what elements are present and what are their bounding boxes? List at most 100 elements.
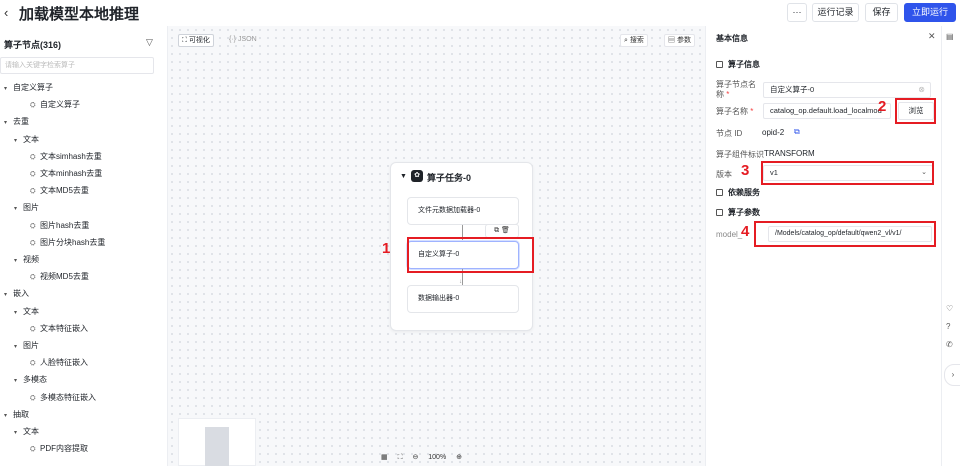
section-params-label: 算子参数	[728, 208, 760, 217]
operator-icon: ⛭	[30, 394, 36, 402]
operator-icon: ⛭	[30, 360, 36, 368]
required-mark: *	[750, 107, 754, 116]
tree-group[interactable]: ▾ 多模态	[14, 374, 47, 386]
section-operator-label: 算子信息	[728, 60, 760, 69]
operator-icon: ⛭	[30, 274, 36, 282]
annotation-box-3	[761, 161, 934, 185]
sidebar-title: 算子节点(316)	[4, 40, 62, 50]
tree-group[interactable]: ▾ 文本	[14, 306, 39, 318]
minimap[interactable]	[178, 418, 256, 466]
operator-icon: ⛭	[30, 102, 36, 110]
heart-icon[interactable]: ♡	[946, 304, 953, 313]
node-id-label: 节点 ID	[716, 129, 743, 138]
annotation-box-2	[895, 98, 936, 124]
tree-leaf[interactable]: ⛭ 视频MD5去重	[30, 271, 89, 283]
clear-icon[interactable]: ⊗	[918, 83, 925, 97]
tree-group[interactable]: ▾ 文本	[14, 426, 39, 438]
operator-icon: ⛭	[30, 239, 36, 247]
tree-group[interactable]: ▾ 文本	[14, 134, 39, 146]
chevron-down-icon: ▾	[14, 344, 18, 350]
tree-item-label: 人脸特征嵌入	[40, 358, 88, 368]
tree-item-label: 图片	[23, 203, 39, 213]
tree-leaf[interactable]: ⛭ 图片分块hash去重	[30, 237, 105, 249]
tree-item-label: 文本	[23, 306, 39, 316]
tree-leaf[interactable]: ⛭ 人脸特征嵌入	[30, 357, 88, 369]
tree-item-label: 文本特征嵌入	[40, 323, 88, 333]
section-dependencies[interactable]: 依赖服务	[716, 187, 760, 198]
component-label: 算子组件标识	[716, 150, 764, 159]
node-name-input[interactable]: 自定义算子-0 ⊗	[763, 82, 931, 98]
tree-leaf[interactable]: ⛭ 图片hash去重	[30, 220, 89, 232]
collapse-caret-icon[interactable]: ▼	[400, 173, 407, 180]
node-id-value: opid-2	[762, 128, 785, 137]
canvas-params-button[interactable]: ▤ 参数	[664, 34, 695, 47]
zoom-out-icon[interactable]: ⊖	[412, 454, 418, 461]
workflow-canvas[interactable]: ⛶ 可视化 {·} JSON ⌕ 搜索 ▤ 参数 ▼ ✿ 算子任务-0 文件元数…	[168, 26, 705, 466]
chevron-down-icon: ▾	[4, 412, 8, 419]
tree-group[interactable]: ▾ 抽取	[4, 409, 29, 421]
tree-item-label: 多模态特征嵌入	[40, 392, 96, 402]
tree-item-label: 视频	[23, 255, 39, 264]
page-title: 加载模型本地推理	[19, 6, 140, 23]
canvas-params-label: 参数	[676, 37, 691, 44]
tree-group[interactable]: ▾ 自定义算子	[4, 82, 53, 94]
tree-item-label: 视频MD5去重	[40, 272, 89, 282]
operator-icon: ⛭	[30, 153, 36, 161]
delete-icon[interactable]: 🗑	[501, 227, 510, 234]
tree-group[interactable]: ▾ 去重	[4, 116, 29, 128]
more-button[interactable]: ···	[787, 3, 807, 22]
phone-icon[interactable]: ✆	[946, 340, 953, 349]
save-button[interactable]: 保存	[865, 3, 898, 22]
chevron-down-icon: ▾	[4, 86, 8, 92]
tree-leaf[interactable]: ⛭ 文本特征嵌入	[30, 323, 88, 335]
tree-item-label: 文本	[23, 427, 39, 436]
zoom-in-icon[interactable]: ⊕	[456, 454, 462, 461]
tree-item-label: 去重	[13, 117, 29, 127]
minimap-viewport	[205, 427, 229, 466]
node-toolbar: ⧉ 🗑	[485, 224, 519, 238]
section-checkbox-icon	[716, 61, 723, 68]
tree-item-label: 嵌入	[13, 289, 29, 299]
tree-group[interactable]: ▾ 嵌入	[4, 288, 29, 300]
fit-view-icon[interactable]: ⛶	[398, 454, 403, 461]
tree-leaf[interactable]: ⛭ PDF内容提取	[30, 443, 88, 455]
operator-icon: ⛭	[30, 325, 36, 333]
braces-icon: {·}	[229, 36, 238, 43]
node-file-metadata-loader[interactable]: 文件元数据加载器-0	[407, 197, 519, 225]
operator-icon: ⛭	[30, 222, 36, 230]
tree-group[interactable]: ▾ 图片	[14, 340, 39, 352]
section-operator-info[interactable]: 算子信息	[716, 59, 760, 70]
grid-icon[interactable]: ▦	[381, 454, 388, 461]
copy-icon[interactable]: ⧉	[494, 227, 499, 234]
chevron-down-icon: ▾	[14, 309, 18, 316]
expand-chevron-icon[interactable]: ›	[944, 364, 960, 386]
run-now-button[interactable]: 立即运行	[904, 3, 956, 22]
section-operator-params[interactable]: 算子参数	[716, 207, 760, 218]
view-visual-toggle[interactable]: ⛶ 可视化	[178, 34, 214, 47]
view-json-toggle[interactable]: {·} JSON	[226, 34, 260, 47]
tree-leaf[interactable]: ⛭ 文本minhash去重	[30, 168, 102, 180]
canvas-search-button[interactable]: ⌕ 搜索	[620, 34, 648, 47]
tree-leaf[interactable]: ⛭ 多模态特征嵌入	[30, 392, 96, 404]
section-checkbox-icon	[716, 189, 723, 196]
run-history-button[interactable]: 运行记录	[812, 3, 859, 22]
document-icon[interactable]: ▤	[946, 32, 954, 41]
tree-leaf[interactable]: ⛭ 自定义算子	[30, 99, 80, 111]
operator-search-input[interactable]: 请输入关键字检索算子	[0, 57, 154, 74]
tree-item-label: 自定义算子	[40, 100, 80, 110]
tree-group[interactable]: ▾ 图片	[14, 202, 39, 214]
copy-icon[interactable]: ⧉	[794, 127, 800, 137]
close-icon[interactable]: ✕	[928, 31, 936, 42]
tree-leaf[interactable]: ⛭ 文本simhash去重	[30, 151, 102, 163]
view-visual-label: 可视化	[188, 37, 210, 44]
help-icon[interactable]: ?	[946, 322, 950, 331]
section-deps-label: 依赖服务	[728, 188, 760, 197]
params-icon: ▤	[668, 37, 677, 44]
op-name-input[interactable]: catalog_op.default.load_localmod	[763, 103, 891, 119]
back-icon[interactable]: ‹	[4, 5, 8, 20]
node-data-output[interactable]: 数据输出器-0	[407, 285, 519, 313]
tree-leaf[interactable]: ⛭ 文本MD5去重	[30, 185, 89, 197]
filter-icon[interactable]: ▽	[146, 37, 153, 48]
tree-group[interactable]: ▾ 视频	[14, 254, 39, 266]
panel-title: 基本信息	[716, 34, 748, 43]
